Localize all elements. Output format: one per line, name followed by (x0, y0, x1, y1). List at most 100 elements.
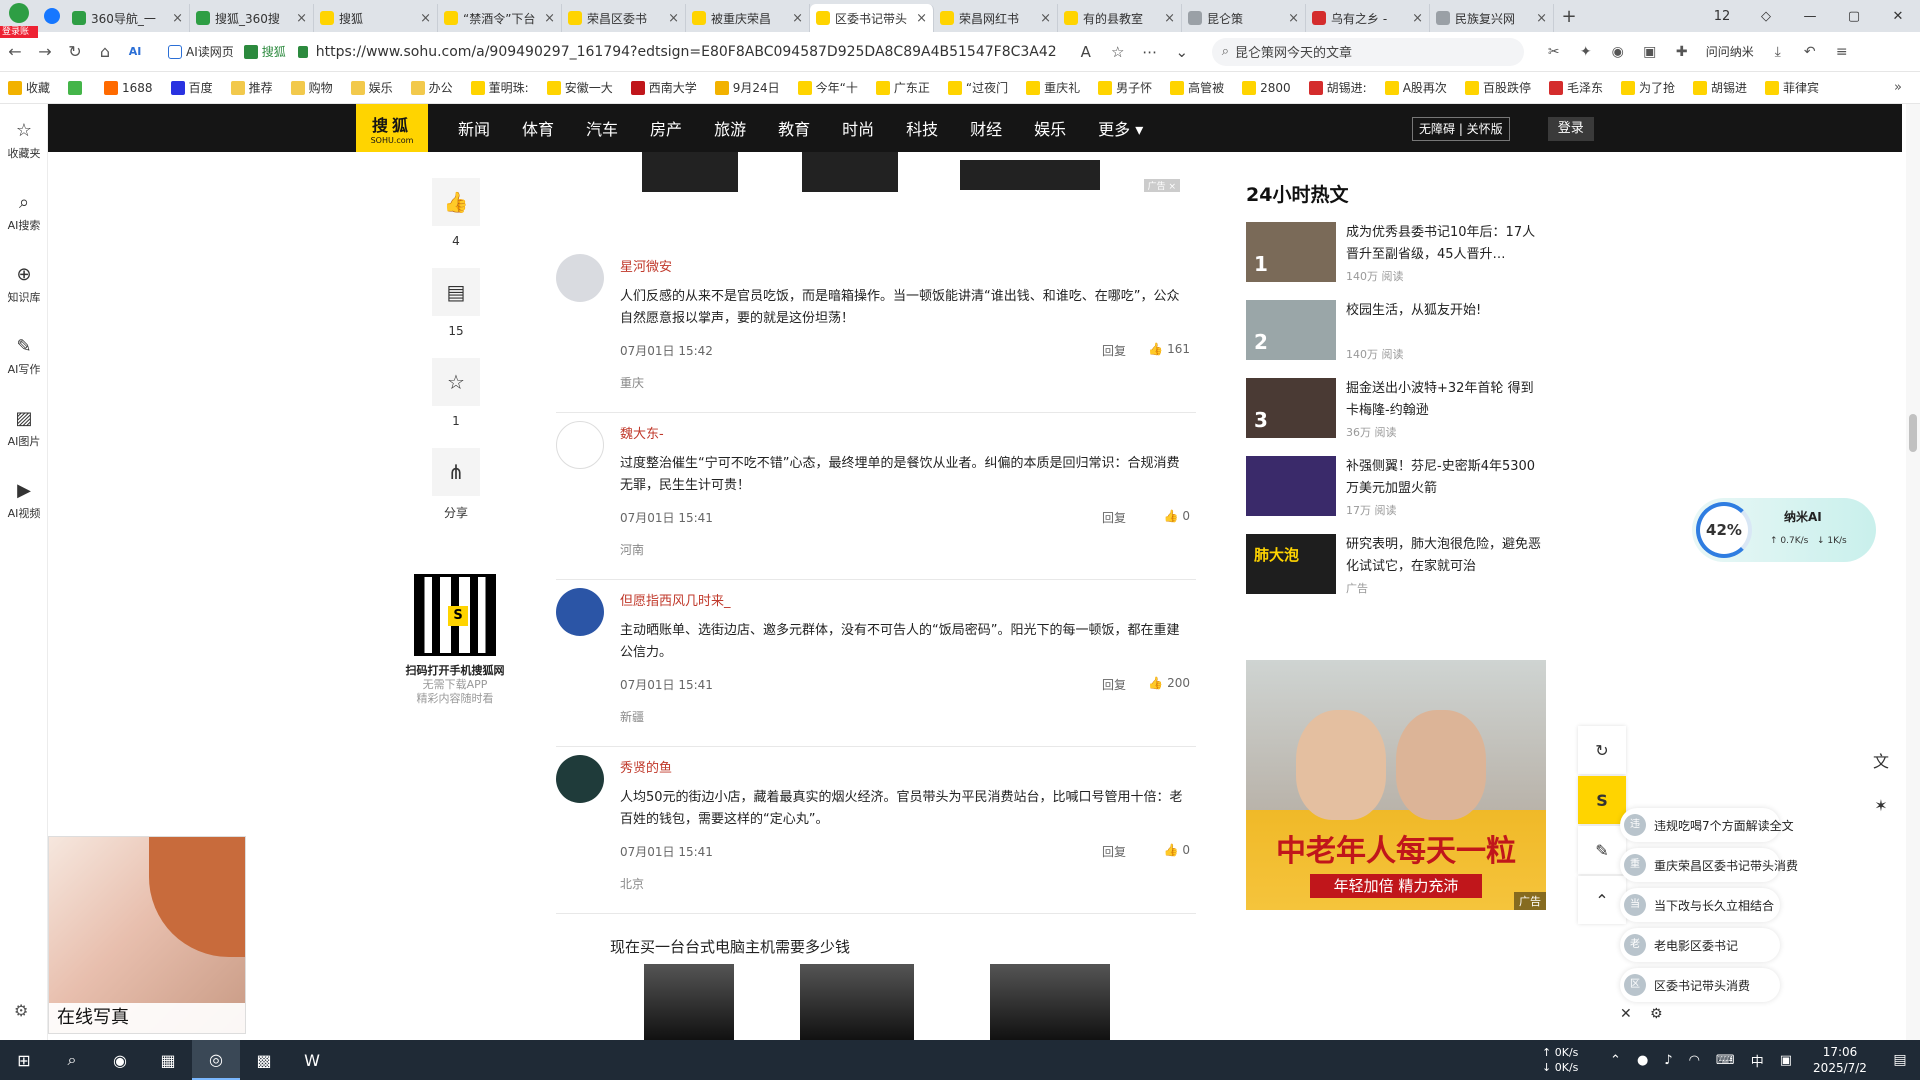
browser-logo[interactable]: 登录账号 (0, 0, 38, 49)
site-identity-chip[interactable]: 搜狐 (243, 43, 286, 60)
nav-item[interactable]: 财经 (970, 116, 1002, 140)
browser-tab[interactable]: 搜狐 × (314, 4, 438, 32)
browser-tab[interactable]: 乌有之乡 - × (1306, 4, 1430, 32)
ime-icon[interactable]: 中 (1751, 1051, 1764, 1070)
hot-article-item[interactable]: 补强侧翼！芬尼-史密斯4年5300万美元加盟火箭 17万 阅读 (1246, 456, 1546, 534)
sidebar-item[interactable]: ▨ AI图片 (0, 392, 48, 464)
wifi-icon[interactable]: ◠ (1689, 1053, 1700, 1068)
cut-icon[interactable]: ✂ (1538, 44, 1570, 60)
avatar[interactable] (556, 254, 604, 302)
tab-close-icon[interactable]: × (1164, 11, 1175, 26)
scrollbar-thumb[interactable] (1909, 414, 1917, 452)
browser-search-input[interactable]: ⌕ 昆仑策网今天的文章 (1211, 37, 1524, 66)
avatar[interactable] (556, 588, 604, 636)
dropdown-icon[interactable]: ⌄ (1166, 43, 1198, 61)
suggestion-item[interactable]: 重重庆荣昌区委书记带头消费 (1620, 848, 1798, 882)
download-icon[interactable]: ⤓ (1762, 44, 1794, 60)
back-to-top-button[interactable]: ⌃ (1578, 876, 1626, 924)
comment-like-button[interactable]: 👍 161 (1148, 342, 1190, 356)
bookmark-item[interactable]: 购物 (290, 79, 333, 96)
firefox-icon[interactable]: ◉ (96, 1040, 144, 1080)
health-ad-banner[interactable]: 中老年人每天一粒 年轻加倍 精力充沛 广告 (1246, 660, 1546, 910)
tab-close-icon[interactable]: × (172, 11, 183, 26)
tab-close-icon[interactable]: × (296, 11, 307, 26)
reply-button[interactable]: 回复 (1102, 342, 1126, 359)
undo-icon[interactable]: ↶ (1794, 44, 1826, 60)
edit-tool-button[interactable]: ✎ (1578, 826, 1626, 874)
browser-tab[interactable]: “禁酒令”下台 × (438, 4, 562, 32)
comment-like-button[interactable]: 👍 200 (1148, 676, 1190, 690)
bookmark-item[interactable]: 董明珠: (470, 79, 529, 96)
browser-tab[interactable]: 民族复兴网 × (1430, 4, 1554, 32)
bookmark-item[interactable]: 广东正 (875, 79, 930, 96)
browser-tab[interactable]: 区委书记带头 × (810, 4, 934, 32)
close-window-button[interactable]: ✕ (1876, 9, 1920, 24)
keyboard-icon[interactable]: ⌨ (1716, 1053, 1735, 1068)
notification-center-button[interactable]: ▤ (1880, 1052, 1920, 1068)
more-menu-icon[interactable]: ⋯ (1134, 43, 1166, 61)
tab-close-icon[interactable]: × (916, 11, 927, 26)
pc-ad-images[interactable] (640, 964, 1120, 1040)
bookmark-item[interactable]: 娱乐 (350, 79, 393, 96)
reply-button[interactable]: 回复 (1102, 509, 1126, 526)
avatar[interactable] (556, 755, 604, 803)
tab-close-icon[interactable]: × (544, 11, 555, 26)
browser-tab[interactable]: 被重庆荣昌 × (686, 4, 810, 32)
suggestion-item[interactable]: 当当下改与长久立相结合 (1620, 888, 1780, 922)
maximize-button[interactable]: ▢ (1832, 9, 1876, 24)
new-tab-button[interactable]: + (1554, 6, 1584, 27)
browser-tab[interactable]: 荣昌区委书 × (562, 4, 686, 32)
pinned-tab[interactable] (38, 0, 66, 32)
login-button[interactable]: 登录 (1547, 117, 1594, 141)
bookmark-item[interactable]: 为了抢 (1620, 79, 1675, 96)
system-clock[interactable]: 17:06 2025/7/2 (1800, 1044, 1880, 1076)
menu-icon[interactable]: ≡ (1826, 44, 1858, 60)
app-icon[interactable]: ▣ (1634, 44, 1666, 60)
pc-ad-title[interactable]: 现在买一台台式电脑主机需要多少钱 (610, 936, 850, 957)
nav-item[interactable]: 娱乐 (1034, 116, 1066, 140)
sohu-logo[interactable]: 搜狐 SOHU.com (356, 104, 428, 152)
forward-button[interactable]: → (30, 42, 60, 61)
browser-tab[interactable]: 昆仑策 × (1182, 4, 1306, 32)
nav-item[interactable]: 旅游 (714, 116, 746, 140)
avatar[interactable] (556, 421, 604, 469)
bookmark-item[interactable]: 胡锡进 (1692, 79, 1747, 96)
hot-article-item[interactable]: 2 校园生活，从狐友开始! 140万 阅读 (1246, 300, 1546, 378)
bookmark-item[interactable]: 胡锡进: (1308, 79, 1367, 96)
bookmark-item[interactable]: 推荐 (230, 79, 273, 96)
nav-item[interactable]: 时尚 (842, 116, 874, 140)
nano-ai-widget[interactable]: 42% 纳米AI ↑ 0.7K/s ↓ 1K/s (1692, 498, 1876, 562)
bookmark-item[interactable]: 百股跌停 (1464, 79, 1531, 96)
nav-item[interactable]: 新闻 (458, 116, 490, 140)
comment-username[interactable]: 星河微安 (620, 256, 672, 275)
home-button[interactable]: ⌂ (90, 42, 120, 61)
hot-article-item[interactable]: 1 成为优秀县委书记10年后：17人晋升至副省级，45人晋升… 140万 阅读 (1246, 222, 1546, 300)
bookmark-item[interactable]: 今年“十 (797, 79, 858, 96)
tray-extra-icon[interactable]: ▣ (1780, 1053, 1792, 1068)
hot-article-item[interactable]: 肺大泡 研究表明，肺大泡很危险，避免恶化试试它，在家就可治 广告 (1246, 534, 1546, 612)
share-action[interactable]: ⋔ 分享 (432, 448, 480, 521)
close-suggestions-icon[interactable]: ✕ (1620, 1006, 1650, 1022)
nav-item[interactable]: 教育 (778, 116, 810, 140)
browser-tab[interactable]: 荣昌网红书 × (934, 4, 1058, 32)
tab-close-icon[interactable]: × (1536, 11, 1547, 26)
comment-like-button[interactable]: 👍 0 (1164, 509, 1190, 523)
like-action[interactable]: 👍 4 (432, 178, 480, 248)
sidebar-item[interactable]: ⊕ 知识库 (0, 248, 48, 320)
ai-read-page-button[interactable]: AI读网页 (162, 39, 240, 65)
volume-icon[interactable]: ♪ (1664, 1053, 1672, 1068)
login-account-badge[interactable]: 登录账号 (0, 26, 38, 49)
browser-360-icon[interactable]: ◎ (192, 1040, 240, 1080)
minimize-button[interactable]: — (1788, 9, 1832, 24)
bookmark-item[interactable] (68, 80, 86, 95)
suggestion-item[interactable]: 老老电影区委书记 (1620, 928, 1780, 962)
nav-item[interactable]: 体育 (522, 116, 554, 140)
photos-app-icon[interactable]: ▩ (240, 1040, 288, 1080)
hot-article-item[interactable]: 3 掘金送出小波特+32年首轮 得到卡梅隆-约翰逊 36万 阅读 (1246, 378, 1546, 456)
tab-close-icon[interactable]: × (1412, 11, 1423, 26)
bookmark-item[interactable]: 男子怀 (1098, 79, 1152, 96)
skin-button[interactable]: ◇ (1744, 9, 1788, 24)
browser-tab[interactable]: 360导航_一 × (66, 4, 190, 32)
reply-button[interactable]: 回复 (1102, 843, 1126, 860)
bookmark-item[interactable]: 9月24日 (714, 79, 780, 96)
